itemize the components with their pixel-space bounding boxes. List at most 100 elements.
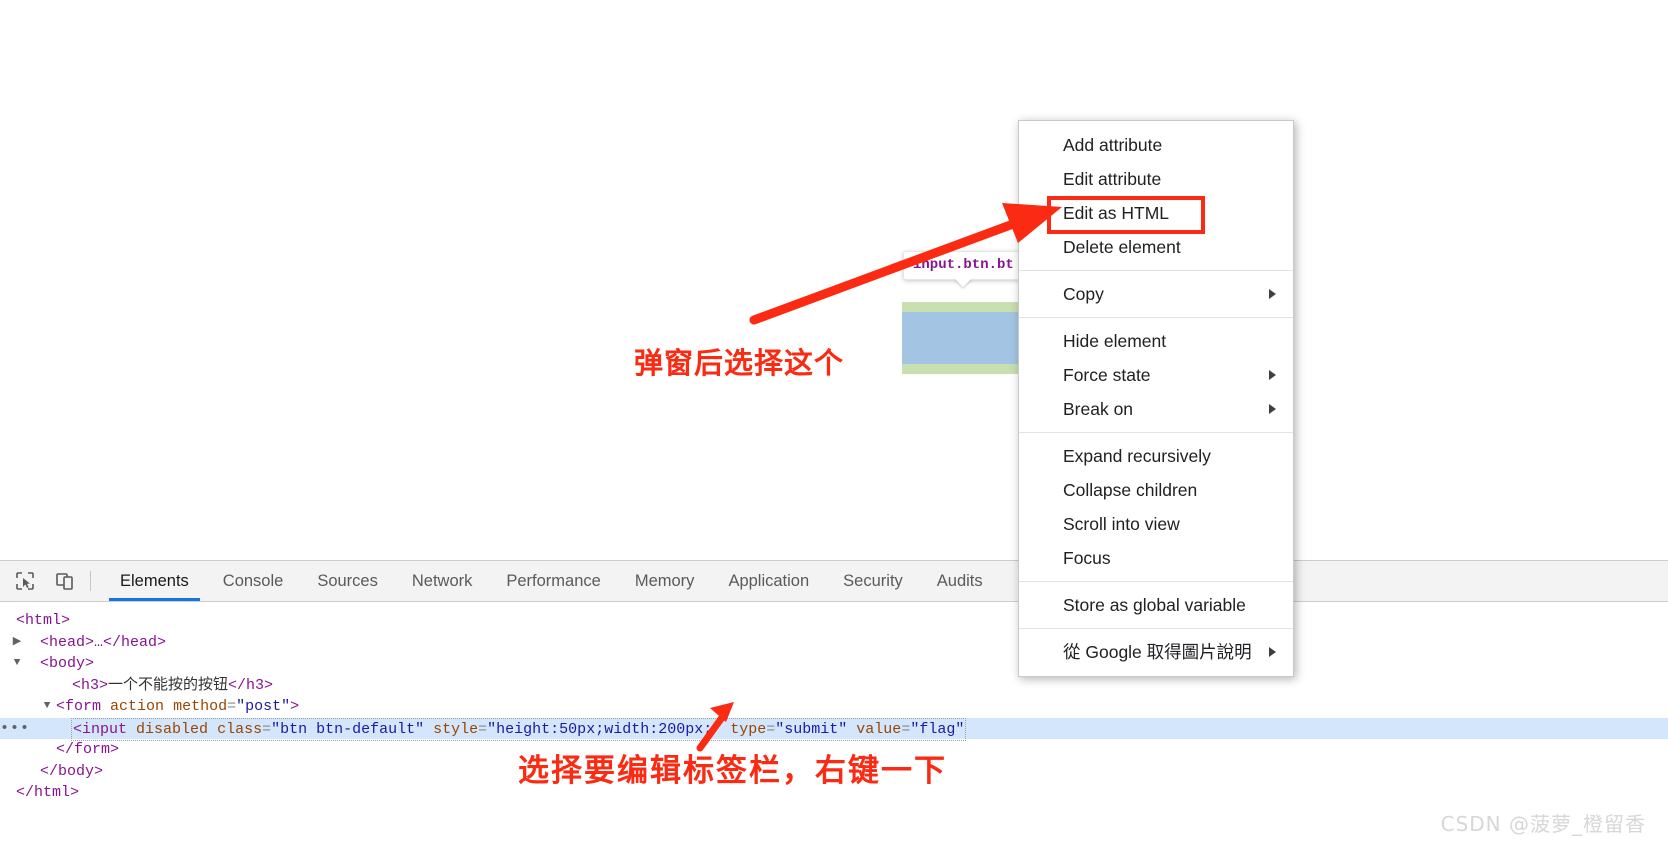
menu-item-label: Break on	[1063, 399, 1134, 419]
dom-attr-type-name: type	[730, 720, 767, 738]
twisty-open-icon[interactable]: ▼	[10, 653, 24, 675]
menu-item-label: Hide element	[1063, 331, 1167, 351]
tab-label: Network	[411, 571, 473, 590]
dom-tag-input: <input	[73, 720, 128, 738]
menu-item-break-on[interactable]: Break on	[1019, 392, 1293, 426]
menu-item-label: Delete element	[1063, 237, 1181, 257]
menu-item-label: Collapse children	[1063, 480, 1198, 500]
dom-line-html-open[interactable]: <html>	[0, 610, 1668, 632]
toggle-device-toolbar-icon[interactable]	[50, 566, 80, 596]
toolbar-divider	[90, 571, 91, 591]
menu-item-copy[interactable]: Copy	[1019, 277, 1293, 311]
csdn-watermark: CSDN @菠萝_橙留香	[1440, 812, 1646, 836]
dom-attr-value-value: "flag"	[910, 720, 965, 738]
dom-attr-disabled: disabled	[136, 720, 209, 738]
twisty-open-icon[interactable]: ▼	[40, 696, 54, 718]
menu-item-focus[interactable]: Focus	[1019, 541, 1293, 575]
annotation-right-click-tag: 选择要编辑标签栏，右键一下	[518, 753, 947, 789]
menu-item-force-state[interactable]: Force state	[1019, 358, 1293, 392]
tab-memory[interactable]: Memory	[618, 561, 712, 601]
dom-attr-method-value: "post"	[236, 698, 291, 715]
menu-separator	[1019, 432, 1293, 433]
menu-item-label: Expand recursively	[1063, 446, 1211, 466]
dom-attr-action: action	[110, 698, 165, 715]
dom-text-h3: 一个不能按的按钮	[108, 676, 229, 694]
chevron-right-icon	[1269, 289, 1276, 299]
tab-label: Console	[222, 571, 284, 590]
page-viewport: input.btn.bt	[0, 0, 1668, 560]
tab-performance[interactable]: Performance	[489, 561, 617, 601]
chevron-right-icon	[1269, 647, 1276, 657]
dom-tag-body: <body>	[40, 655, 95, 672]
tab-security[interactable]: Security	[826, 561, 920, 601]
tab-label: Elements	[120, 571, 189, 590]
menu-item-delete-element[interactable]: Delete element	[1019, 230, 1293, 264]
menu-item-label: Store as global variable	[1063, 595, 1246, 615]
annotation-select-this: 弹窗后选择这个	[634, 346, 845, 380]
tab-label: Security	[843, 571, 903, 590]
dom-tag-html: <html>	[16, 612, 71, 629]
menu-item-edit-as-html[interactable]: Edit as HTML	[1019, 196, 1293, 230]
dom-attr-method-name: method	[173, 698, 228, 715]
dom-line-h3[interactable]: <h3>一个不能按的按钮</h3>	[0, 675, 1668, 697]
tab-network[interactable]: Network	[395, 561, 490, 601]
dom-line-body-open[interactable]: ▼ <body>	[0, 653, 1668, 675]
twisty-closed-icon[interactable]: ▶	[10, 632, 24, 654]
menu-item-label: Force state	[1063, 365, 1151, 385]
element-selector-tooltip: input.btn.bt	[903, 251, 1024, 280]
tab-label: Memory	[634, 571, 695, 590]
menu-item-label: Scroll into view	[1063, 514, 1180, 534]
menu-item-collapse-children[interactable]: Collapse children	[1019, 473, 1293, 507]
menu-item-expand-recursively[interactable]: Expand recursively	[1019, 439, 1293, 473]
tab-label: Audits	[936, 571, 983, 590]
dom-attr-style-value: "height:50px;width:200px;"	[487, 720, 722, 738]
dom-context-menu[interactable]: Add attribute Edit attribute Edit as HTM…	[1018, 120, 1294, 677]
devtools-toolbar: Elements Console Sources Network Perform…	[0, 561, 1668, 602]
dom-tag-html-close: </html>	[16, 784, 80, 801]
menu-item-label: Edit attribute	[1063, 169, 1162, 189]
menu-separator	[1019, 317, 1293, 318]
tab-audits[interactable]: Audits	[920, 561, 1000, 601]
menu-item-add-attribute[interactable]: Add attribute	[1019, 128, 1293, 162]
dom-tag-h3-close: </h3>	[228, 676, 274, 694]
menu-item-google-image-description[interactable]: 從 Google 取得圖片說明	[1019, 635, 1293, 669]
menu-separator	[1019, 581, 1293, 582]
dom-form-open-end: >	[290, 698, 300, 715]
dom-row-menu-icon[interactable]: •••	[0, 718, 29, 740]
menu-item-store-as-global-variable[interactable]: Store as global variable	[1019, 588, 1293, 622]
menu-item-label: 從 Google 取得圖片說明	[1063, 642, 1252, 662]
dom-attr-class-value: "btn btn-default"	[271, 720, 425, 738]
devtools-tab-bar: Elements Console Sources Network Perform…	[103, 561, 1000, 601]
menu-item-label: Edit as HTML	[1063, 203, 1169, 223]
dom-line-head[interactable]: ▶ <head>…</head>	[0, 632, 1668, 654]
menu-item-edit-attribute[interactable]: Edit attribute	[1019, 162, 1293, 196]
inspect-element-icon[interactable]	[10, 566, 40, 596]
tab-sources[interactable]: Sources	[300, 561, 395, 601]
dom-line-input-content: <input disabled class="btn btn-default" …	[71, 717, 967, 741]
dom-attr-value-name: value	[856, 720, 902, 738]
menu-item-label: Add attribute	[1063, 135, 1163, 155]
chevron-right-icon	[1269, 370, 1276, 380]
dom-tag-h3-open: <h3>	[72, 676, 109, 694]
dom-line-form-open[interactable]: ▼ <form action method="post">	[0, 696, 1668, 718]
dom-tag-head: <head>…</head>	[40, 633, 167, 651]
chevron-right-icon	[1269, 404, 1276, 414]
menu-separator	[1019, 270, 1293, 271]
dom-tag-body-close: </body>	[40, 762, 104, 780]
menu-item-label: Focus	[1063, 548, 1111, 568]
tab-elements[interactable]: Elements	[103, 561, 206, 601]
tab-label: Performance	[506, 571, 601, 590]
tab-label: Application	[728, 571, 810, 590]
element-selector-text: input.btn.bt	[913, 257, 1014, 273]
tab-label: Sources	[317, 571, 378, 590]
menu-item-scroll-into-view[interactable]: Scroll into view	[1019, 507, 1293, 541]
devtools-panel: Elements Console Sources Network Perform…	[0, 560, 1668, 848]
dom-line-input-selected[interactable]: ••• <input disabled class="btn btn-defau…	[0, 717, 1668, 741]
menu-item-label: Copy	[1063, 284, 1104, 304]
dom-attr-style-name: style	[433, 720, 479, 738]
tab-console[interactable]: Console	[206, 561, 301, 601]
tab-application[interactable]: Application	[711, 561, 826, 601]
dom-tag-form-close: </form>	[56, 741, 120, 758]
menu-item-hide-element[interactable]: Hide element	[1019, 324, 1293, 358]
menu-separator	[1019, 628, 1293, 629]
